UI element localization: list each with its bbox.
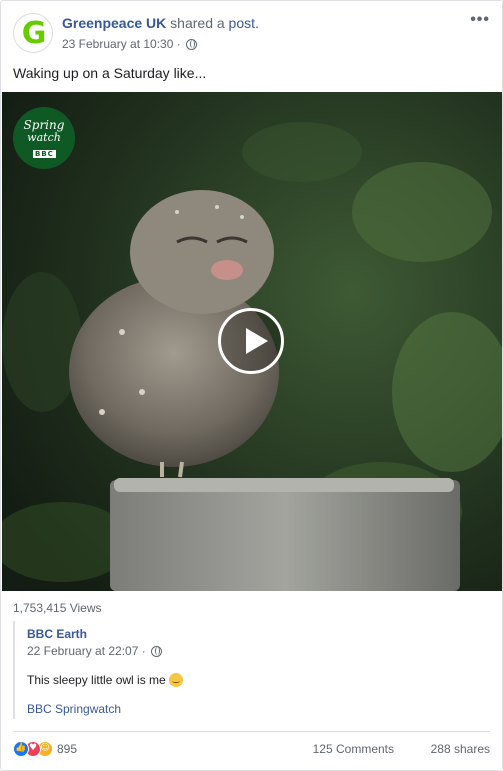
more-icon[interactable]: •••	[470, 11, 490, 29]
timestamp-text[interactable]: 23 February at 10:30 ·	[62, 37, 184, 51]
post-message: Waking up on a Saturday like...	[13, 65, 207, 81]
play-icon	[246, 328, 268, 354]
globe-icon	[151, 646, 163, 657]
shared-post-box: BBC Earth 22 February at 22:07 · This sl…	[13, 621, 491, 719]
shared-page-name[interactable]: BBC Earth	[27, 627, 87, 641]
shared-page-link[interactable]: BBC Springwatch	[27, 702, 121, 716]
springwatch-badge: Spring watch BBC	[13, 107, 75, 169]
footer-divider	[13, 731, 490, 732]
like-reaction-icon: 👍	[13, 741, 29, 757]
reaction-count[interactable]: 895	[57, 742, 77, 756]
page-avatar[interactable]: G	[13, 13, 53, 53]
post-link[interactable]: post.	[229, 15, 259, 31]
shares-count[interactable]: 288 shares	[431, 742, 490, 756]
badge-line1: Spring	[23, 118, 65, 132]
post-header: G Greenpeace UK shared a post. 23 Februa…	[13, 13, 490, 53]
badge-bbc: BBC	[33, 150, 56, 158]
play-button[interactable]	[218, 308, 284, 374]
comments-count[interactable]: 125 Comments	[313, 742, 394, 756]
view-count: 1,753,415 Views	[13, 601, 102, 615]
sleepy-emoji-icon	[168, 673, 183, 687]
post-header-text: Greenpeace UK shared a post.	[62, 15, 259, 31]
post-timestamp: 23 February at 10:30 ·	[62, 37, 198, 51]
post-card: G Greenpeace UK shared a post. 23 Februa…	[0, 0, 503, 771]
post-footer: 👍 ♥ ☺ 895 125 Comments 288 shares	[13, 741, 490, 759]
shared-timestamp-text[interactable]: 22 February at 22:07 ·	[27, 644, 149, 658]
video-player[interactable]: Spring watch BBC	[2, 92, 502, 591]
shared-timestamp: 22 February at 22:07 ·	[27, 644, 163, 658]
shared-message: This sleepy little owl is me	[27, 673, 183, 687]
page-name-link[interactable]: Greenpeace UK	[62, 15, 166, 31]
badge-line2: watch	[27, 131, 61, 144]
shared-message-text: This sleepy little owl is me	[27, 673, 166, 687]
shared-text: shared a	[166, 15, 229, 31]
globe-icon	[186, 39, 198, 50]
greenpeace-logo: G	[21, 16, 47, 51]
